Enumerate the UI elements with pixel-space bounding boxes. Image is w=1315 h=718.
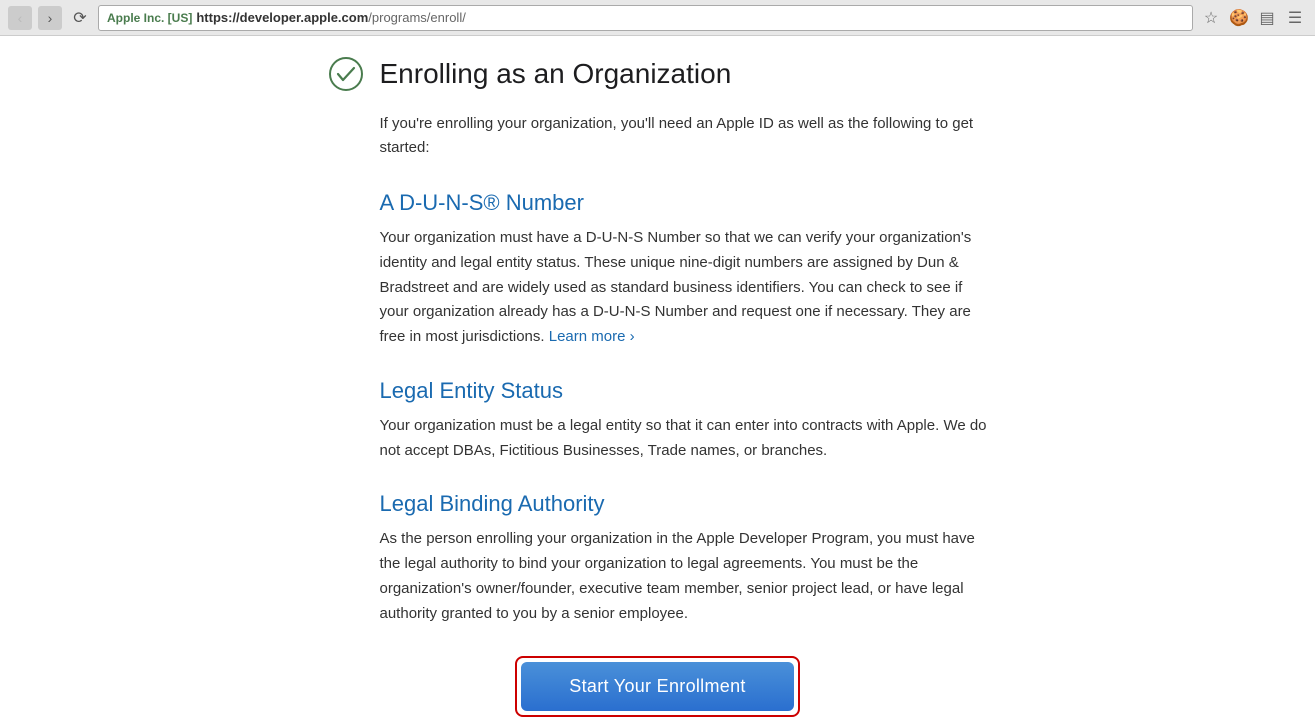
reader-button[interactable]: ▤ <box>1255 6 1279 30</box>
menu-button[interactable]: ☰ <box>1283 6 1307 30</box>
back-button[interactable]: ‹ <box>8 6 32 30</box>
section-title: Enrolling as an Organization <box>380 58 732 90</box>
address-bar[interactable]: Apple Inc. [US] https://developer.apple.… <box>98 5 1193 31</box>
browser-toolbar: ‹ › ⟳ Apple Inc. [US] https://developer.… <box>0 0 1315 36</box>
page-content: Enrolling as an Organization If you're e… <box>0 36 1315 718</box>
url-domain: https://developer.apple.com <box>196 10 368 25</box>
legal-entity-body: Your organization must be a legal entity… <box>380 414 988 464</box>
cookie-icon[interactable]: 🍪 <box>1227 6 1251 30</box>
duns-title: A D-U-N-S® Number <box>380 190 988 216</box>
cta-section: Start Your Enrollment <box>328 656 988 717</box>
browser-action-icons: ☆ 🍪 ▤ ☰ <box>1199 6 1307 30</box>
enrollment-btn-highlight: Start Your Enrollment <box>515 656 799 717</box>
content-wrapper: Enrolling as an Organization If you're e… <box>308 36 1008 718</box>
learn-more-link[interactable]: Learn more <box>549 328 635 345</box>
check-circle-icon <box>328 56 364 92</box>
secure-badge: Apple Inc. [US] <box>107 11 192 25</box>
legal-binding-title: Legal Binding Authority <box>380 491 988 517</box>
legal-entity-title: Legal Entity Status <box>380 378 988 404</box>
duns-body: Your organization must have a D-U-N-S Nu… <box>380 226 988 350</box>
legal-entity-section: Legal Entity Status Your organization mu… <box>328 378 988 464</box>
reload-button[interactable]: ⟳ <box>68 6 92 30</box>
url-display: https://developer.apple.com/programs/enr… <box>196 10 465 25</box>
forward-button[interactable]: › <box>38 6 62 30</box>
bookmark-button[interactable]: ☆ <box>1199 6 1223 30</box>
section-intro: If you're enrolling your organization, y… <box>328 112 988 160</box>
legal-binding-section: Legal Binding Authority As the person en… <box>328 491 988 626</box>
start-enrollment-button[interactable]: Start Your Enrollment <box>521 662 793 711</box>
duns-section: A D-U-N-S® Number Your organization must… <box>328 190 988 350</box>
legal-binding-body: As the person enrolling your organizatio… <box>380 527 988 626</box>
section-header: Enrolling as an Organization <box>328 56 988 92</box>
url-path: /programs/enroll/ <box>368 10 466 25</box>
